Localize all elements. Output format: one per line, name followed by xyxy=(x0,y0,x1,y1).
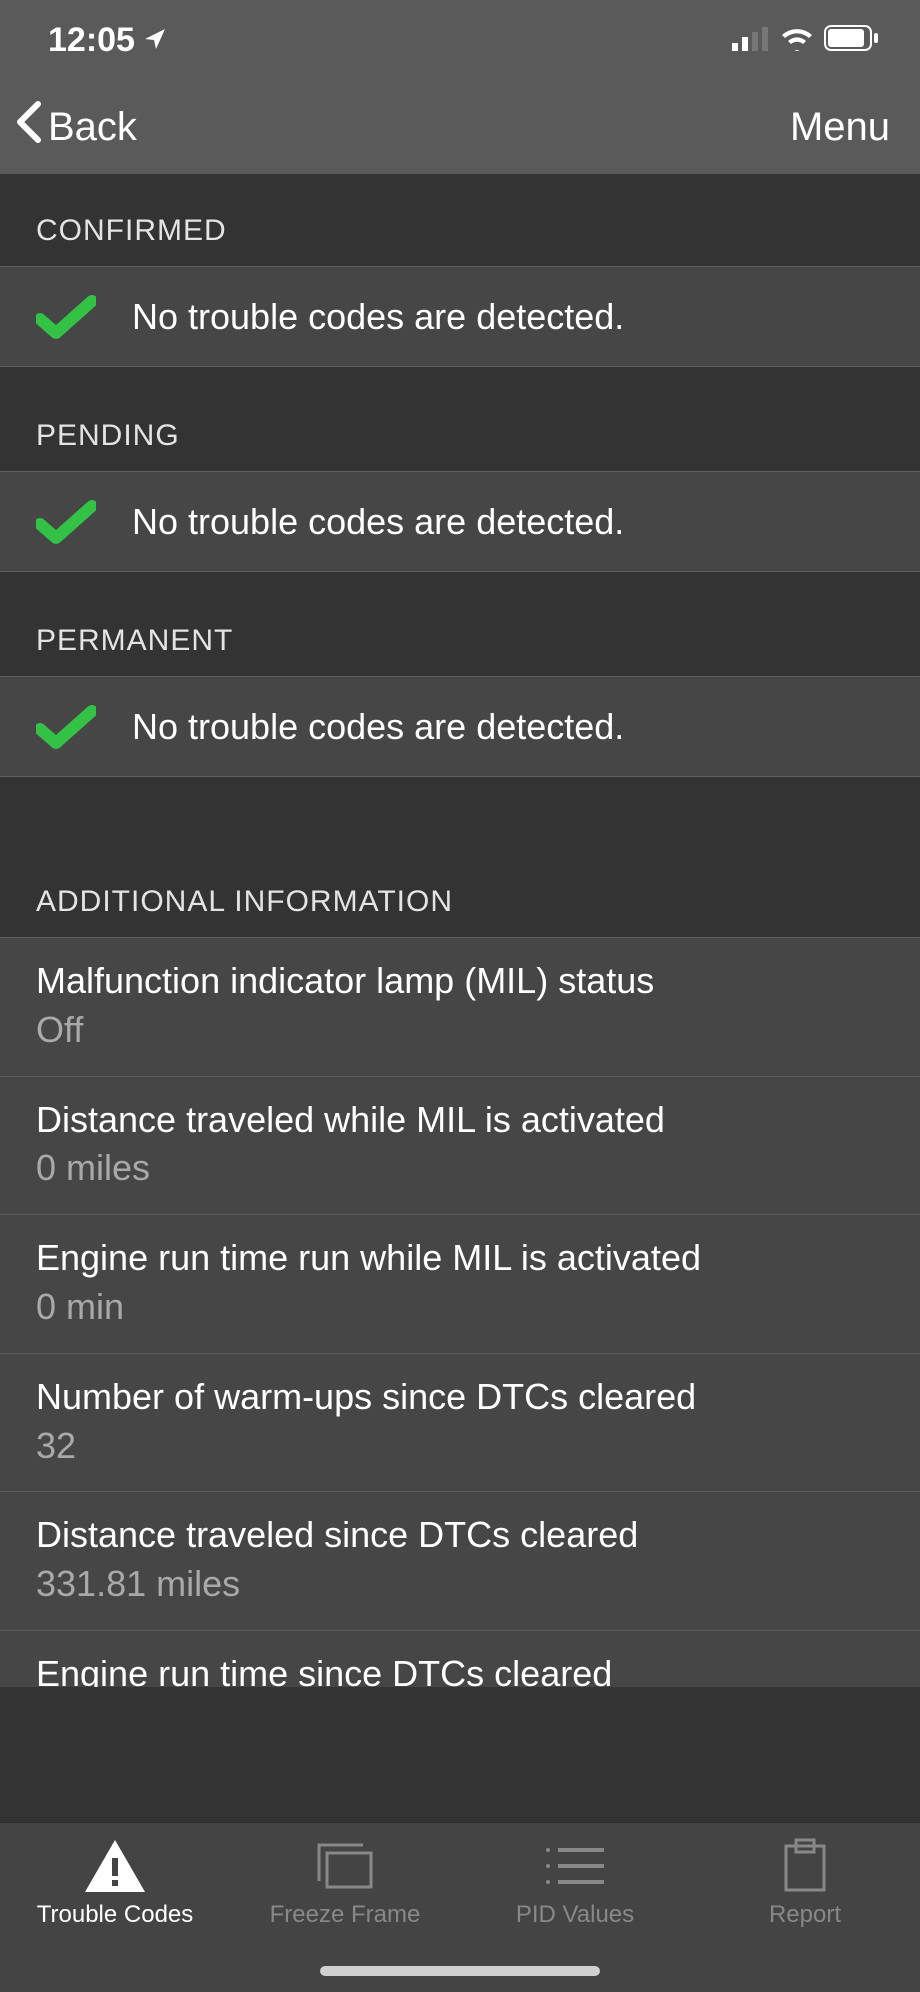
tab-bar: Trouble Codes Freeze Frame PID Values xyxy=(0,1822,920,1992)
back-label: Back xyxy=(48,105,137,150)
status-row-permanent: No trouble codes are detected. xyxy=(0,677,920,777)
info-row: Engine run time run while MIL is activat… xyxy=(0,1215,920,1354)
wifi-icon xyxy=(780,21,814,60)
back-button[interactable]: Back xyxy=(14,100,137,154)
status-time: 12:05 xyxy=(48,21,135,60)
tab-pid-values[interactable]: PID Values xyxy=(460,1837,690,1929)
checkmark-icon xyxy=(36,705,96,749)
info-value: 331.81 miles xyxy=(36,1561,884,1608)
battery-icon xyxy=(824,21,880,60)
tab-label: PID Values xyxy=(516,1901,634,1929)
content: CONFIRMED No trouble codes are detected.… xyxy=(0,174,920,1822)
clipboard-icon xyxy=(782,1837,828,1895)
menu-button[interactable]: Menu xyxy=(790,105,890,150)
status-time-group: 12:05 xyxy=(48,21,167,60)
info-row: Engine run time since DTCs cleared xyxy=(0,1631,920,1687)
tab-freeze-frame[interactable]: Freeze Frame xyxy=(230,1837,460,1929)
info-value: 32 xyxy=(36,1423,884,1470)
section-header-pending: PENDING xyxy=(0,367,920,472)
status-row-pending: No trouble codes are detected. xyxy=(0,472,920,572)
info-row: Distance traveled since DTCs cleared 331… xyxy=(0,1492,920,1631)
tab-label: Trouble Codes xyxy=(37,1901,194,1929)
home-indicator[interactable] xyxy=(320,1966,600,1976)
tab-label: Report xyxy=(769,1901,841,1929)
info-label: Number of warm-ups since DTCs cleared xyxy=(36,1374,884,1421)
info-label: Engine run time since DTCs cleared xyxy=(36,1651,884,1687)
tab-trouble-codes[interactable]: Trouble Codes xyxy=(0,1837,230,1929)
location-arrow-icon xyxy=(143,21,167,60)
info-label: Malfunction indicator lamp (MIL) status xyxy=(36,958,884,1005)
info-value: 0 min xyxy=(36,1284,884,1331)
status-text-pending: No trouble codes are detected. xyxy=(132,501,624,543)
warning-triangle-icon xyxy=(83,1837,147,1895)
checkmark-icon xyxy=(36,500,96,544)
info-row: Number of warm-ups since DTCs cleared 32 xyxy=(0,1354,920,1493)
status-row-confirmed: No trouble codes are detected. xyxy=(0,267,920,367)
status-text-confirmed: No trouble codes are detected. xyxy=(132,296,624,338)
cellular-icon xyxy=(732,21,770,60)
checkmark-icon xyxy=(36,295,96,339)
info-label: Distance traveled while MIL is activated xyxy=(36,1097,884,1144)
nav-bar: Back Menu xyxy=(0,80,920,174)
info-value: 0 miles xyxy=(36,1145,884,1192)
info-label: Distance traveled since DTCs cleared xyxy=(36,1512,884,1559)
section-header-confirmed: CONFIRMED xyxy=(0,174,920,267)
frames-icon xyxy=(315,1837,375,1895)
section-header-additional: ADDITIONAL INFORMATION xyxy=(0,777,920,938)
status-text-permanent: No trouble codes are detected. xyxy=(132,706,624,748)
info-label: Engine run time run while MIL is activat… xyxy=(36,1235,884,1282)
tab-label: Freeze Frame xyxy=(270,1901,421,1929)
info-row: Distance traveled while MIL is activated… xyxy=(0,1077,920,1216)
info-row: Malfunction indicator lamp (MIL) status … xyxy=(0,938,920,1077)
chevron-left-icon xyxy=(14,100,44,154)
tab-report[interactable]: Report xyxy=(690,1837,920,1929)
section-header-permanent: PERMANENT xyxy=(0,572,920,677)
status-bar: 12:05 xyxy=(0,0,920,80)
list-icon xyxy=(544,1837,606,1895)
status-indicators xyxy=(732,21,880,60)
info-value: Off xyxy=(36,1007,884,1054)
